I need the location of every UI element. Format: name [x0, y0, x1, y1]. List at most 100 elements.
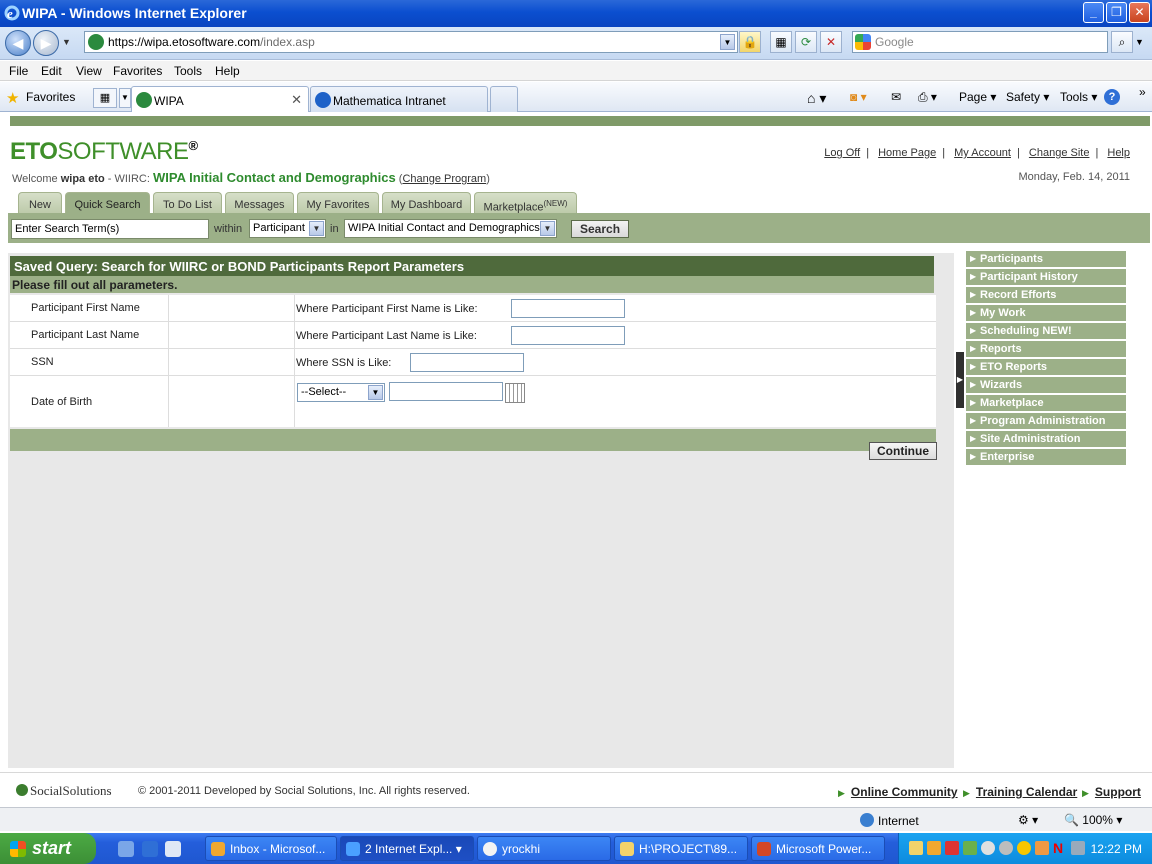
- favorites-star-icon[interactable]: ★: [6, 89, 19, 107]
- nav-record-efforts[interactable]: ▶ Record Efforts: [966, 287, 1126, 304]
- ssn-input[interactable]: [410, 353, 524, 372]
- security-lock-icon[interactable]: 🔒: [739, 31, 761, 53]
- log-off-link[interactable]: Log Off: [824, 147, 860, 159]
- word-quicklaunch-icon[interactable]: [165, 841, 181, 857]
- home-icon[interactable]: ⌂ ▾: [807, 90, 826, 107]
- continue-button[interactable]: Continue: [869, 442, 937, 460]
- search-term-input[interactable]: Enter Search Term(s): [11, 219, 209, 239]
- search-go-icon[interactable]: ⌕: [1111, 31, 1133, 53]
- volume-tray-icon[interactable]: [999, 841, 1013, 855]
- training-calendar-link[interactable]: ▶ Training Calendar: [963, 785, 1077, 799]
- stop-icon[interactable]: ✕: [820, 31, 842, 53]
- show-desktop-icon[interactable]: [118, 841, 134, 857]
- tab-list-dropdown-icon[interactable]: ▼: [119, 88, 131, 108]
- task-yrockhi[interactable]: yrockhi: [477, 836, 611, 861]
- menu-help[interactable]: Help: [215, 64, 240, 78]
- toolbar-overflow-icon[interactable]: »: [1139, 85, 1146, 99]
- search-input[interactable]: Google: [852, 31, 1108, 53]
- first-name-input[interactable]: [511, 299, 625, 318]
- page-menu[interactable]: Page ▾: [959, 90, 996, 104]
- minimize-button[interactable]: _: [1083, 2, 1104, 23]
- nav-reports[interactable]: ▶ Reports: [966, 341, 1126, 358]
- nav-program-administration[interactable]: ▶ Program Administration: [966, 413, 1126, 430]
- menu-favorites[interactable]: Favorites: [113, 64, 162, 78]
- nav-eto-reports[interactable]: ▶ ETO Reports: [966, 359, 1126, 376]
- ie-quicklaunch-icon[interactable]: [142, 841, 158, 857]
- norton-tray-icon[interactable]: N: [1053, 841, 1067, 855]
- change-program-link[interactable]: Change Program: [402, 173, 486, 185]
- search-tray-icon[interactable]: [981, 841, 995, 855]
- task-explorer-folder[interactable]: H:\PROJECT\89...: [614, 836, 748, 861]
- collapse-panel-handle[interactable]: ▶: [956, 352, 964, 408]
- compatibility-view-icon[interactable]: ▦: [770, 31, 792, 53]
- program-select[interactable]: WIPA Initial Contact and Demographics ▼: [344, 219, 557, 238]
- tab-marketplace[interactable]: Marketplace(NEW): [474, 192, 577, 214]
- nav-scheduling[interactable]: ▶ Scheduling NEW!: [966, 323, 1126, 340]
- menu-tools[interactable]: Tools: [174, 64, 202, 78]
- outlook-tray-icon[interactable]: [927, 841, 941, 855]
- flower-tray-icon[interactable]: [1017, 841, 1031, 855]
- address-dropdown-icon[interactable]: ▼: [720, 34, 735, 50]
- maximize-button[interactable]: ❐: [1106, 2, 1127, 23]
- task-powerpoint[interactable]: Microsoft Power...: [751, 836, 885, 861]
- mail-tray-icon[interactable]: [909, 841, 923, 855]
- help-icon[interactable]: ?: [1104, 89, 1120, 105]
- nav-participants[interactable]: ▶ Participants: [966, 251, 1126, 268]
- help-link[interactable]: Help: [1107, 147, 1130, 159]
- print-icon[interactable]: ⎙ ▾: [918, 90, 937, 105]
- shield-tray-icon[interactable]: [1035, 841, 1049, 855]
- tab-messages[interactable]: Messages: [225, 192, 294, 214]
- close-tab-icon[interactable]: ✕: [291, 92, 302, 108]
- read-mail-icon[interactable]: ✉: [891, 90, 901, 104]
- last-name-input[interactable]: [511, 326, 625, 345]
- change-site-link[interactable]: Change Site: [1029, 147, 1090, 159]
- search-button[interactable]: Search: [571, 220, 630, 238]
- close-window-button[interactable]: ✕: [1129, 2, 1150, 23]
- favorites-button[interactable]: Favorites: [26, 90, 75, 104]
- nav-my-work[interactable]: ▶ My Work: [966, 305, 1126, 322]
- start-button[interactable]: start: [0, 833, 96, 864]
- tab-to-do-list[interactable]: To Do List: [153, 192, 222, 214]
- dob-operator-select[interactable]: --Select-- ▼: [297, 383, 385, 402]
- dob-input[interactable]: [389, 382, 503, 401]
- task-internet-explorer[interactable]: 2 Internet Expl... ▾: [340, 836, 474, 861]
- alert-tray-icon[interactable]: [945, 841, 959, 855]
- nav-wizards[interactable]: ▶ Wizards: [966, 377, 1126, 394]
- menu-edit[interactable]: Edit: [41, 64, 62, 78]
- address-input[interactable]: https://wipa.etosoftware.com/index.asp ▼: [84, 31, 738, 53]
- online-community-link[interactable]: ▶ Online Community: [838, 785, 958, 799]
- device-tray-icon[interactable]: [1071, 841, 1085, 855]
- quick-tabs-icon[interactable]: ▦: [93, 88, 117, 108]
- tools-menu[interactable]: Tools ▾: [1060, 90, 1097, 104]
- entity-select[interactable]: Participant ▼: [249, 219, 326, 238]
- param-label: Date of Birth: [31, 396, 93, 408]
- back-button[interactable]: ◀: [5, 30, 31, 56]
- protected-mode-icon[interactable]: ⚙ ▾: [1018, 813, 1038, 827]
- search-options-icon[interactable]: ▼: [1135, 37, 1144, 47]
- calendar-icon[interactable]: [505, 383, 525, 403]
- tab-mathematica-intranet[interactable]: Mathematica Intranet: [310, 86, 488, 112]
- nav-enterprise[interactable]: ▶ Enterprise: [966, 449, 1126, 466]
- new-tab-button[interactable]: [490, 86, 518, 112]
- task-inbox[interactable]: Inbox - Microsof...: [205, 836, 337, 861]
- nav-marketplace[interactable]: ▶ Marketplace: [966, 395, 1126, 412]
- history-dropdown-icon[interactable]: ▼: [62, 37, 71, 47]
- menu-view[interactable]: View: [76, 64, 102, 78]
- network-tray-icon[interactable]: [963, 841, 977, 855]
- my-account-link[interactable]: My Account: [954, 147, 1011, 159]
- tab-new[interactable]: New: [18, 192, 62, 214]
- forward-button[interactable]: ▶: [33, 30, 59, 56]
- nav-participant-history[interactable]: ▶ Participant History: [966, 269, 1126, 286]
- menu-file[interactable]: File: [9, 64, 28, 78]
- safety-menu[interactable]: Safety ▾: [1006, 90, 1049, 104]
- tab-my-dashboard[interactable]: My Dashboard: [382, 192, 471, 214]
- tab-quick-search[interactable]: Quick Search: [65, 192, 150, 214]
- tab-wipa[interactable]: WIPA ✕: [131, 86, 309, 112]
- nav-site-administration[interactable]: ▶ Site Administration: [966, 431, 1126, 448]
- zoom-level[interactable]: 🔍 100% ▾: [1064, 813, 1122, 827]
- tab-my-favorites[interactable]: My Favorites: [297, 192, 379, 214]
- feeds-icon[interactable]: ◙ ▾: [850, 90, 867, 104]
- support-link[interactable]: ▶ Support: [1082, 785, 1141, 799]
- refresh-icon[interactable]: ⟳: [795, 31, 817, 53]
- home-page-link[interactable]: Home Page: [878, 147, 936, 159]
